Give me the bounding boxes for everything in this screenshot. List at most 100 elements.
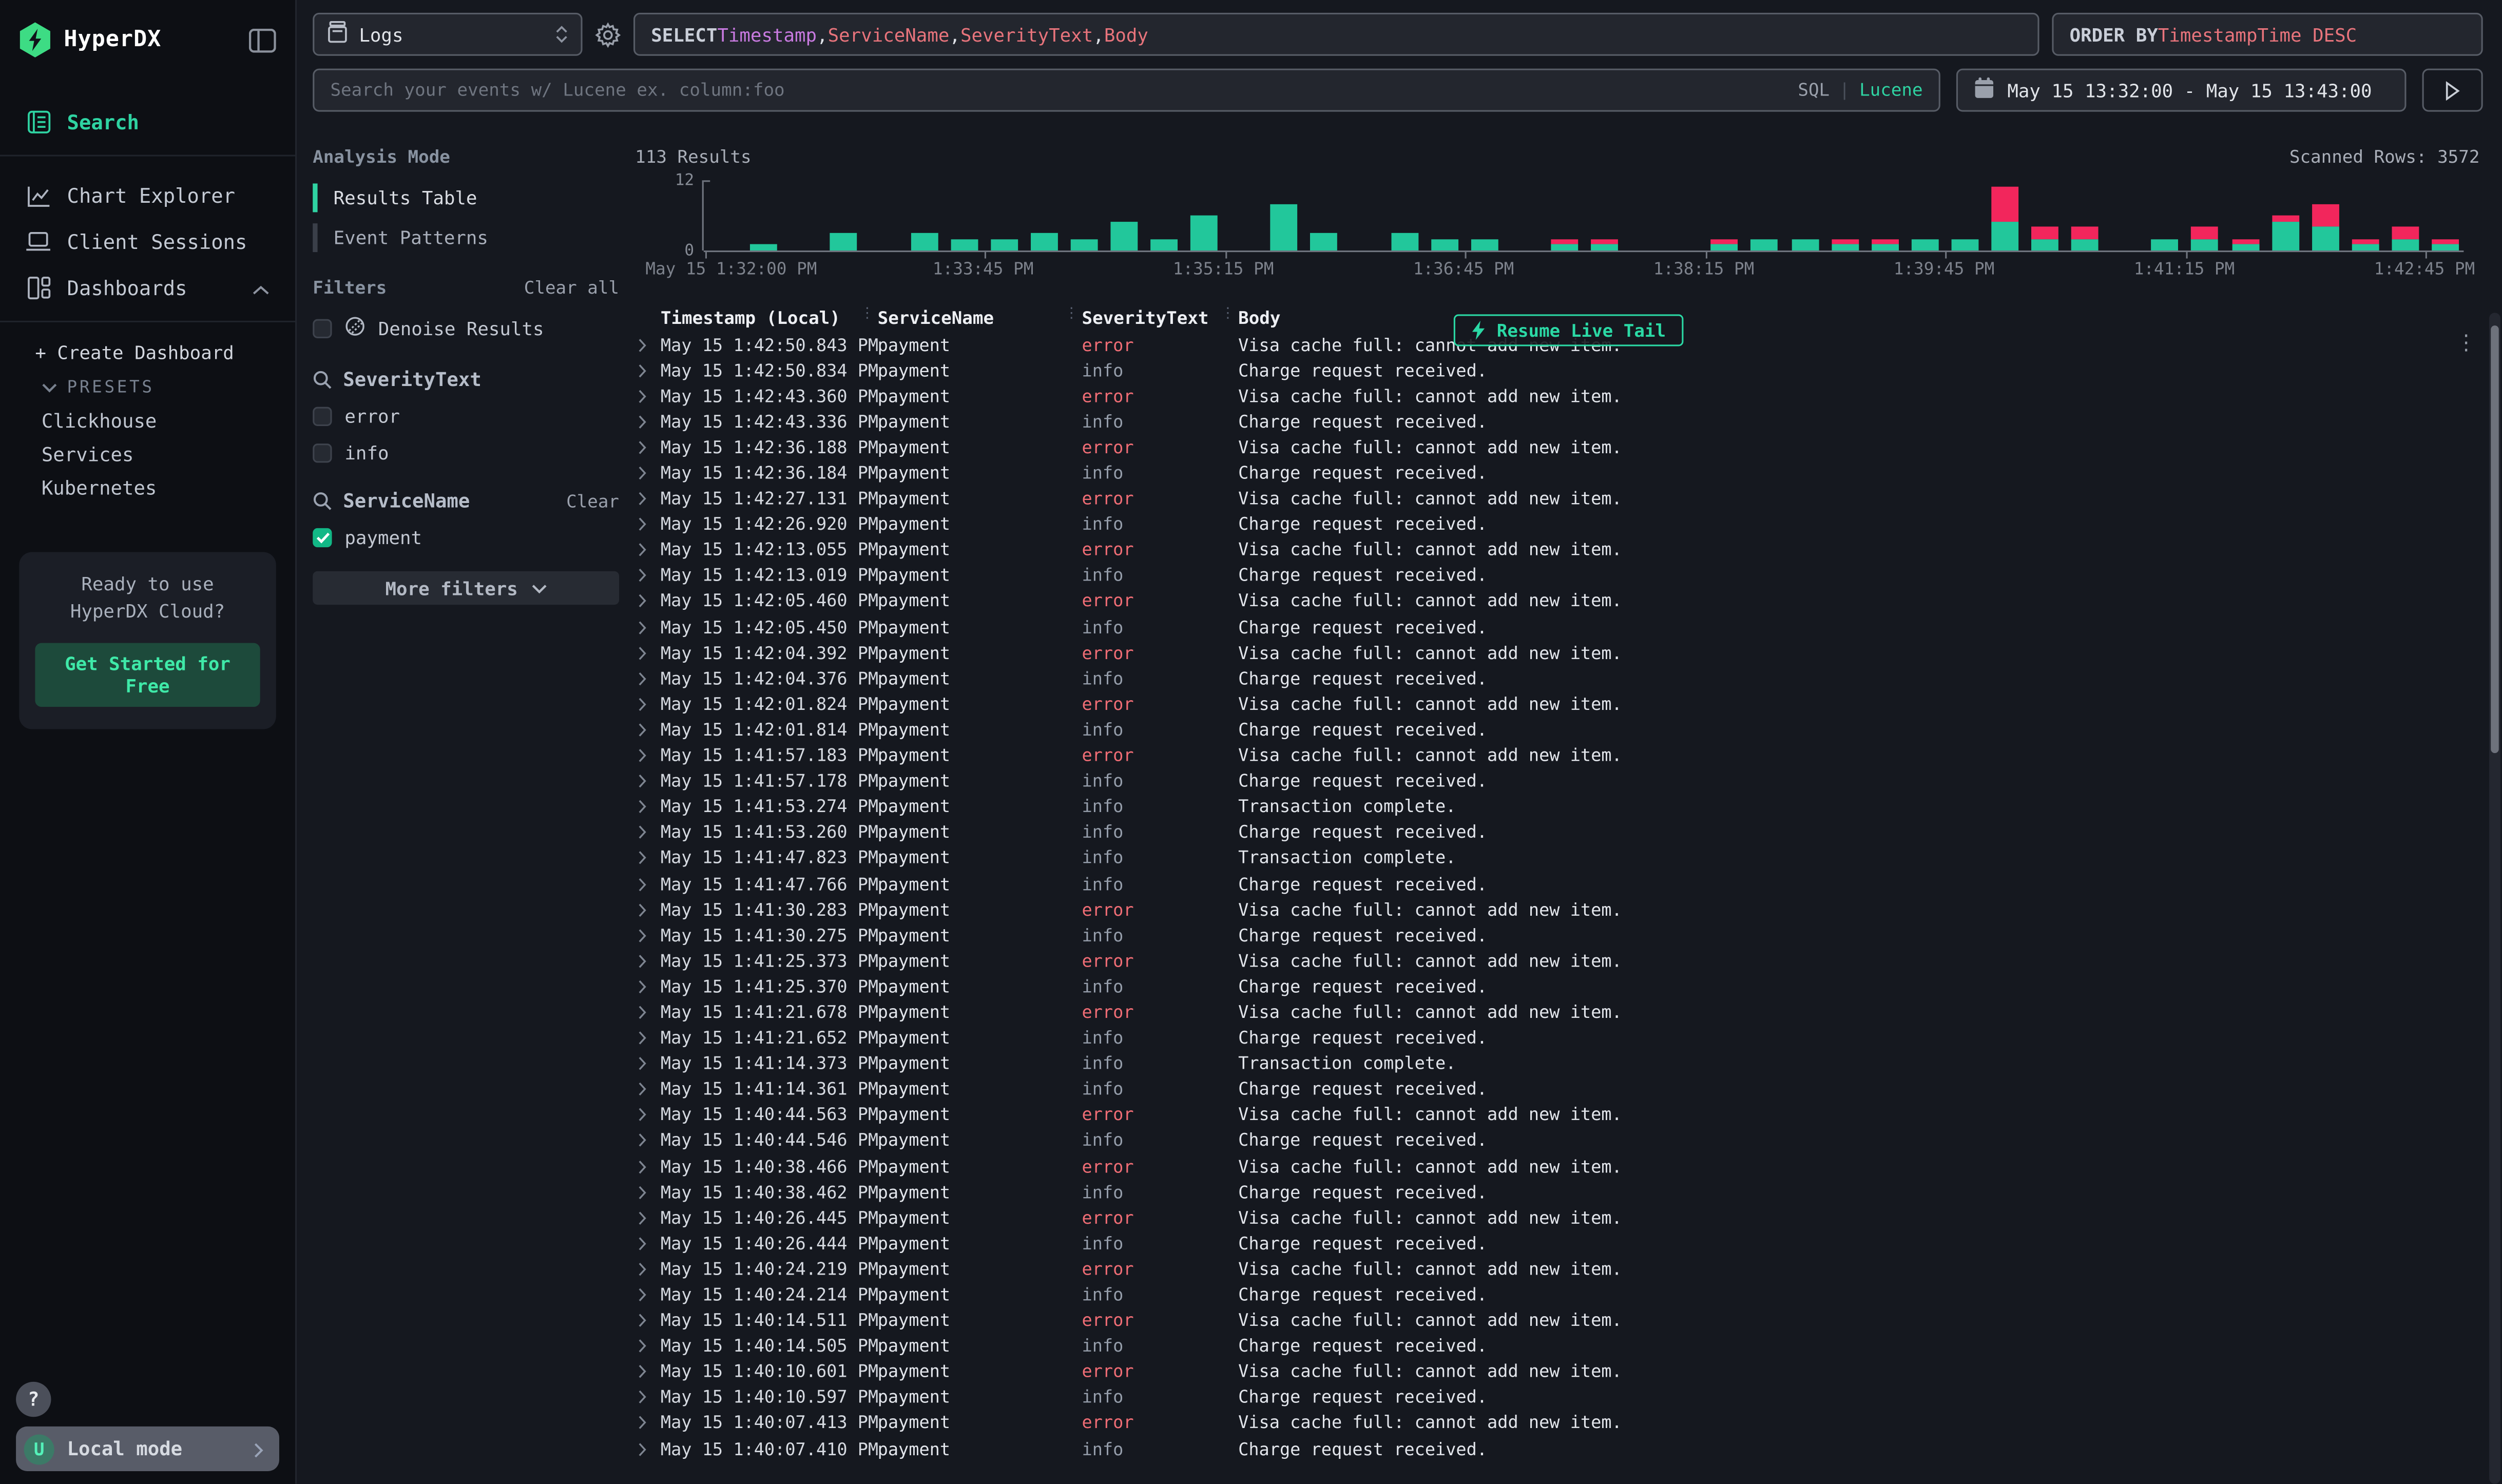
log-row[interactable]: May 15 1:40:07.413 PMpaymenterrorVisa ca… xyxy=(635,1411,2489,1436)
filter-option-error[interactable]: error xyxy=(313,406,619,428)
histogram-bar[interactable] xyxy=(1591,239,1618,250)
get-started-button[interactable]: Get Started for Free xyxy=(35,642,260,706)
row-expand-chevron-icon[interactable] xyxy=(638,851,661,865)
log-row[interactable]: May 15 1:40:07.410 PMpaymentinfoCharge r… xyxy=(635,1436,2489,1462)
resume-live-tail-button[interactable]: Resume Live Tail xyxy=(1454,314,1684,346)
log-row[interactable]: May 15 1:42:13.019 PMpaymentinfoCharge r… xyxy=(635,563,2489,589)
histogram-bar[interactable] xyxy=(1871,239,1898,250)
checkbox[interactable] xyxy=(313,407,332,426)
row-expand-chevron-icon[interactable] xyxy=(638,1365,661,1379)
sidebar-item-search[interactable]: Search xyxy=(0,99,295,145)
log-row[interactable]: May 15 1:41:57.178 PMpaymentinfoCharge r… xyxy=(635,768,2489,794)
preset-services[interactable]: Services xyxy=(0,437,295,471)
histogram-bar[interactable] xyxy=(1110,221,1138,250)
log-row[interactable]: May 15 1:41:25.373 PMpaymenterrorVisa ca… xyxy=(635,948,2489,974)
log-row[interactable]: May 15 1:41:47.766 PMpaymentinfoCharge r… xyxy=(635,871,2489,897)
row-expand-chevron-icon[interactable] xyxy=(638,979,661,994)
preset-kubernetes[interactable]: Kubernetes xyxy=(0,471,295,504)
column-drag-handle[interactable]: ⋮ xyxy=(1064,306,1079,322)
col-body[interactable]: ⋮Body xyxy=(1238,308,2489,329)
log-row[interactable]: May 15 1:42:27.131 PMpaymenterrorVisa ca… xyxy=(635,486,2489,512)
row-expand-chevron-icon[interactable] xyxy=(638,492,661,506)
log-row[interactable]: May 15 1:42:13.055 PMpaymenterrorVisa ca… xyxy=(635,537,2489,563)
histogram-bar[interactable] xyxy=(750,245,777,250)
log-row[interactable]: May 15 1:42:04.392 PMpaymenterrorVisa ca… xyxy=(635,640,2489,666)
log-row[interactable]: May 15 1:40:38.462 PMpaymentinfoCharge r… xyxy=(635,1179,2489,1205)
log-row[interactable]: May 15 1:40:26.445 PMpaymenterrorVisa ca… xyxy=(635,1205,2489,1230)
row-expand-chevron-icon[interactable] xyxy=(638,1288,661,1302)
sidebar-collapse-icon[interactable] xyxy=(249,28,276,52)
create-dashboard-button[interactable]: + Create Dashboard xyxy=(0,332,295,371)
log-row[interactable]: May 15 1:41:30.283 PMpaymenterrorVisa ca… xyxy=(635,897,2489,922)
histogram-bar[interactable] xyxy=(990,239,1017,250)
row-expand-chevron-icon[interactable] xyxy=(638,1056,661,1071)
date-range-picker[interactable]: May 15 13:32:00 - May 15 13:43:00 xyxy=(1956,69,2407,112)
histogram-bar[interactable] xyxy=(950,239,977,250)
histogram-bar[interactable] xyxy=(1751,239,1778,250)
histogram-bar[interactable] xyxy=(2312,204,2339,250)
log-row[interactable]: May 15 1:42:43.336 PMpaymentinfoCharge r… xyxy=(635,409,2489,435)
log-row[interactable]: May 15 1:40:26.444 PMpaymentinfoCharge r… xyxy=(635,1230,2489,1256)
clear-all-filters-button[interactable]: Clear all xyxy=(524,278,619,298)
row-expand-chevron-icon[interactable] xyxy=(638,1133,661,1148)
row-expand-chevron-icon[interactable] xyxy=(638,774,661,788)
row-expand-chevron-icon[interactable] xyxy=(638,877,661,891)
histogram-bar[interactable] xyxy=(2191,227,2219,250)
log-row[interactable]: May 15 1:40:14.505 PMpaymentinfoCharge r… xyxy=(635,1334,2489,1359)
sidebar-item-dashboards[interactable]: Dashboards xyxy=(0,265,295,311)
sidebar-item-chart-explorer[interactable]: Chart Explorer xyxy=(0,172,295,219)
row-expand-chevron-icon[interactable] xyxy=(638,466,661,480)
row-expand-chevron-icon[interactable] xyxy=(638,748,661,763)
mode-event-patterns[interactable]: Event Patterns xyxy=(313,223,619,252)
histogram-bar[interactable] xyxy=(1831,239,1858,250)
histogram-bar[interactable] xyxy=(910,233,937,250)
row-expand-chevron-icon[interactable] xyxy=(638,1031,661,1045)
row-expand-chevron-icon[interactable] xyxy=(638,723,661,737)
histogram-bar[interactable] xyxy=(2031,227,2058,250)
row-expand-chevron-icon[interactable] xyxy=(638,517,661,532)
histogram-bar[interactable] xyxy=(1150,239,1178,250)
histogram-bar[interactable] xyxy=(1391,233,1418,250)
row-expand-chevron-icon[interactable] xyxy=(638,1416,661,1431)
log-row[interactable]: May 15 1:42:26.920 PMpaymentinfoCharge r… xyxy=(635,512,2489,537)
row-expand-chevron-icon[interactable] xyxy=(638,1108,661,1122)
row-expand-chevron-icon[interactable] xyxy=(638,1314,661,1328)
col-timestamp[interactable]: Timestamp (Local) xyxy=(661,308,878,329)
histogram-bar[interactable] xyxy=(1030,233,1057,250)
log-row[interactable]: May 15 1:40:10.601 PMpaymenterrorVisa ca… xyxy=(635,1359,2489,1385)
lang-toggle-sql[interactable]: SQL xyxy=(1798,80,1830,100)
log-row[interactable]: May 15 1:40:24.214 PMpaymentinfoCharge r… xyxy=(635,1282,2489,1308)
presets-toggle[interactable]: PRESETS xyxy=(0,370,295,403)
row-expand-chevron-icon[interactable] xyxy=(638,1391,661,1405)
row-expand-chevron-icon[interactable] xyxy=(638,1339,661,1354)
histogram-bar[interactable] xyxy=(1271,204,1298,250)
row-expand-chevron-icon[interactable] xyxy=(638,389,661,403)
log-row[interactable]: May 15 1:40:24.219 PMpaymenterrorVisa ca… xyxy=(635,1256,2489,1282)
row-expand-chevron-icon[interactable] xyxy=(638,1005,661,1019)
log-row[interactable]: May 15 1:42:50.834 PMpaymentinfoCharge r… xyxy=(635,358,2489,383)
checkbox[interactable] xyxy=(313,444,332,462)
mode-results-table[interactable]: Results Table xyxy=(313,183,619,212)
log-row[interactable]: May 15 1:42:05.460 PMpaymenterrorVisa ca… xyxy=(635,589,2489,614)
log-row[interactable]: May 15 1:42:05.450 PMpaymentinfoCharge r… xyxy=(635,614,2489,640)
local-mode-button[interactable]: U Local mode xyxy=(16,1427,279,1471)
source-select[interactable]: Logs xyxy=(313,13,582,56)
lang-toggle-lucene[interactable]: Lucene xyxy=(1859,80,1923,100)
histogram-bar[interactable] xyxy=(2272,216,2299,250)
log-row[interactable]: May 15 1:42:43.360 PMpaymenterrorVisa ca… xyxy=(635,383,2489,409)
log-row[interactable]: May 15 1:41:21.678 PMpaymenterrorVisa ca… xyxy=(635,999,2489,1025)
row-expand-chevron-icon[interactable] xyxy=(638,338,661,352)
log-row[interactable]: May 15 1:42:04.376 PMpaymentinfoCharge r… xyxy=(635,666,2489,691)
row-expand-chevron-icon[interactable] xyxy=(638,594,661,609)
histogram-bar[interactable] xyxy=(1711,239,1738,250)
row-expand-chevron-icon[interactable] xyxy=(638,671,661,686)
row-expand-chevron-icon[interactable] xyxy=(638,1159,661,1173)
log-row[interactable]: May 15 1:42:36.188 PMpaymenterrorVisa ca… xyxy=(635,435,2489,460)
row-expand-chevron-icon[interactable] xyxy=(638,800,661,814)
histogram-bar[interactable] xyxy=(830,233,857,250)
row-expand-chevron-icon[interactable] xyxy=(638,1082,661,1096)
row-expand-chevron-icon[interactable] xyxy=(638,902,661,917)
col-severitytext[interactable]: ⋮SeverityText xyxy=(1082,308,1238,329)
histogram-bar[interactable] xyxy=(1791,239,1818,250)
row-expand-chevron-icon[interactable] xyxy=(638,620,661,634)
